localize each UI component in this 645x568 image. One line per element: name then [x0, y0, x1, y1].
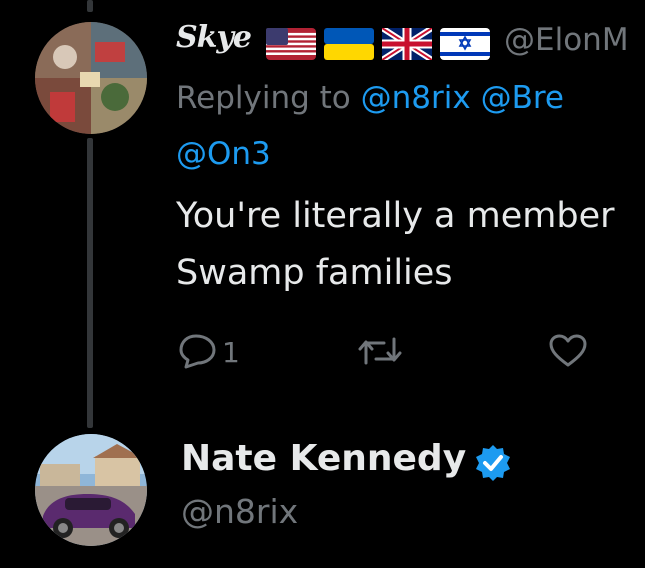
replying-to-label: Replying to	[176, 80, 351, 116]
like-icon[interactable]	[548, 334, 588, 372]
replying-to-line: Replying to @n8rix @Bre	[176, 80, 564, 116]
avatar[interactable]	[35, 434, 147, 546]
verified-badge-icon	[473, 443, 513, 487]
reply-count: 1	[222, 336, 240, 369]
thread-line-top	[87, 0, 93, 12]
thread-line-connector	[87, 138, 93, 428]
retweet-icon[interactable]	[356, 335, 404, 371]
author-name[interactable]: Nate Kennedy	[181, 438, 466, 479]
mention-link[interactable]: @Bre	[481, 80, 564, 116]
tweet-text-line: You're literally a member	[176, 196, 615, 236]
ukraine-flag-icon	[324, 28, 374, 64]
mention-link[interactable]: @On3	[176, 136, 271, 172]
mention-link[interactable]: @n8rix	[361, 80, 471, 116]
avatar[interactable]	[35, 22, 147, 134]
author-handle[interactable]: @ElonM	[504, 22, 629, 58]
author-name[interactable]: Skye	[176, 20, 252, 55]
us-flag-icon	[266, 28, 316, 64]
uk-flag-icon	[380, 25, 434, 64]
author-handle[interactable]: @n8rix	[181, 492, 298, 531]
reply-icon[interactable]	[178, 333, 218, 373]
tweet-text-line: Swamp families	[176, 253, 453, 293]
israel-flag-icon	[440, 28, 490, 64]
